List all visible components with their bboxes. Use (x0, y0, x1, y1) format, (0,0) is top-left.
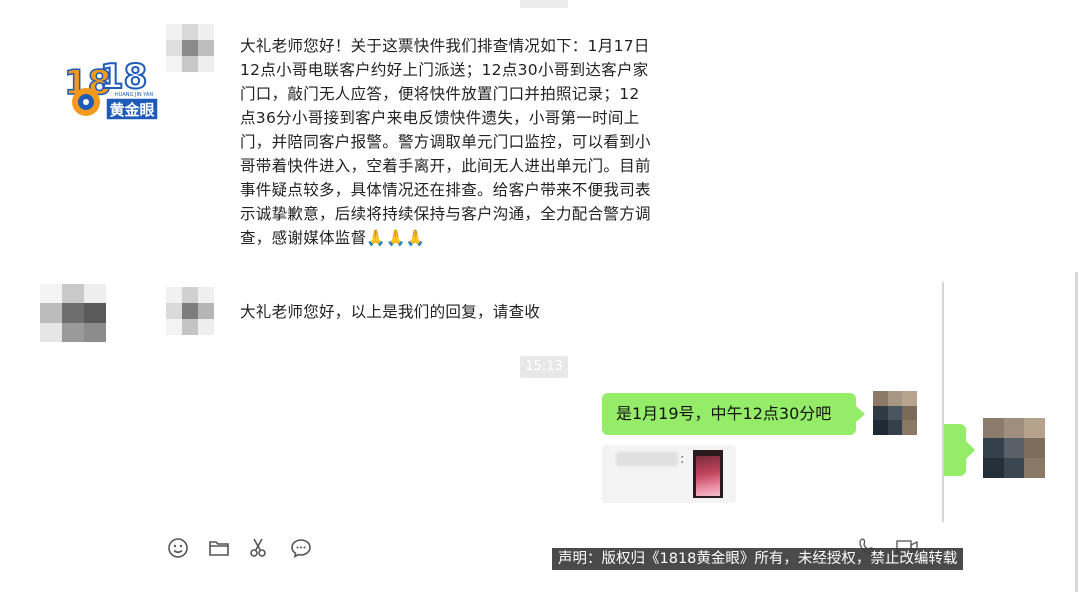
window-divider (942, 282, 944, 522)
chat-bubble-icon[interactable] (289, 536, 313, 560)
bubble-tail (966, 441, 975, 459)
group-avatar[interactable] (40, 284, 106, 342)
svg-text:18: 18 (100, 57, 147, 97)
channel-logo: 18 18 黄金眼 HUANG JIN YAN (62, 54, 172, 124)
bubble-tail (856, 406, 865, 422)
sender-avatar[interactable] (166, 24, 214, 72)
scissors-icon[interactable] (248, 536, 272, 560)
background-message-bubble (944, 424, 966, 476)
incoming-message-text: 大礼老师您好！关于这票快件我们排查情况如下：1月17日12点小哥电联客户约好上门… (240, 37, 651, 247)
folder-icon[interactable] (207, 536, 231, 560)
my-avatar[interactable] (873, 391, 917, 435)
copyright-disclaimer: 声明：版权归《1818黄金眼》所有，未经授权，禁止改编转载 (552, 548, 964, 570)
quoted-sender-name-blurred (616, 452, 678, 466)
svg-text:HUANG JIN YAN: HUANG JIN YAN (115, 92, 153, 98)
svg-text:黄金眼: 黄金眼 (109, 101, 154, 119)
timestamp-chip: 15:13 (520, 356, 568, 378)
quoted-image-thumbnail[interactable] (693, 450, 723, 498)
incoming-message-text: 大礼老师您好，以上是我们的回复，请查收 (240, 303, 541, 321)
background-avatar[interactable] (983, 418, 1045, 478)
sender-avatar[interactable] (166, 287, 214, 335)
previous-timestamp-chip (520, 0, 568, 8)
emoji-icon[interactable] (166, 536, 190, 560)
quote-colon: : (680, 452, 685, 467)
scrollbar-track[interactable] (1075, 272, 1078, 592)
outgoing-message-bubble: 是1月19号，中午12点30分吧 (602, 393, 856, 435)
